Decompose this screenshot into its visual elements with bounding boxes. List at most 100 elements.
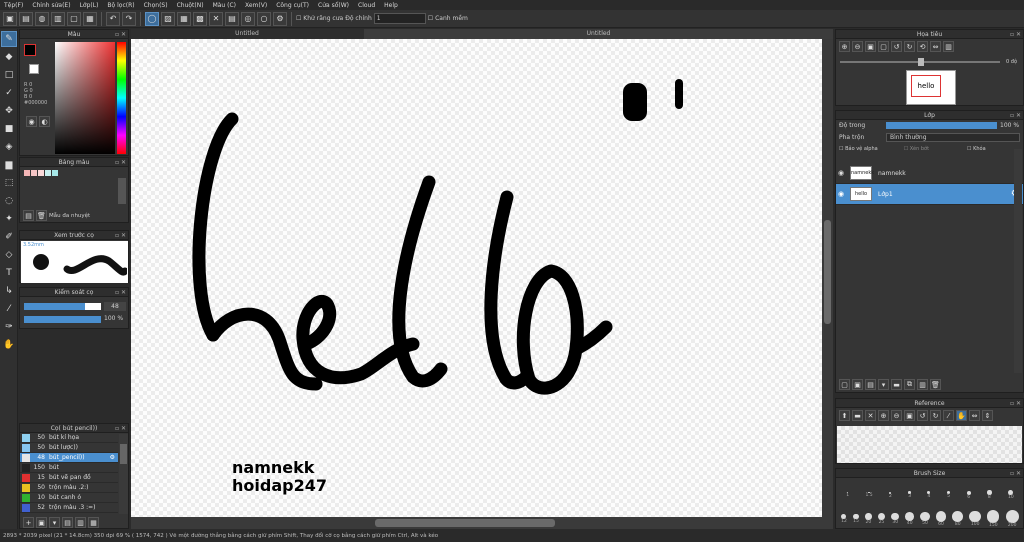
snap-checkbox[interactable]: ☐ Canh mềm bbox=[428, 15, 468, 22]
layer-delete-icon[interactable]: 🗑 bbox=[930, 379, 941, 390]
zoom-slider-handle[interactable] bbox=[918, 58, 924, 66]
brush-size-preset[interactable]: 1 bbox=[846, 492, 849, 498]
select-lasso-icon[interactable]: ◯ bbox=[145, 11, 159, 26]
rotate-left-icon[interactable]: ↺ bbox=[891, 41, 902, 52]
brush-size-preset[interactable]: 15 bbox=[853, 513, 859, 524]
brush-size-preset[interactable]: 100 bbox=[969, 510, 981, 527]
brush-list-item[interactable]: 15 bút vẽ pan đồ bbox=[20, 473, 118, 483]
panel-menu-icon[interactable]: ▫ ✕ bbox=[115, 158, 126, 167]
hue-slider[interactable] bbox=[117, 42, 126, 154]
palette-icon[interactable]: ◉ bbox=[26, 116, 37, 127]
ref-folder-icon[interactable]: ▬ bbox=[852, 410, 863, 421]
panel-menu-icon[interactable]: ▫ ✕ bbox=[1010, 111, 1021, 120]
brush-list-item[interactable]: 50 trộn màu .2:) bbox=[20, 483, 118, 493]
brush-size-preset[interactable]: 6 bbox=[966, 490, 971, 500]
brush-dropdown-icon[interactable]: ▾ bbox=[49, 517, 60, 528]
select-pen-icon[interactable]: ✐ bbox=[1, 229, 17, 245]
opacity-slider[interactable] bbox=[24, 316, 101, 323]
redo-icon[interactable]: ↷ bbox=[122, 11, 136, 26]
menu-cloud[interactable]: Cloud bbox=[358, 2, 375, 9]
move-icon[interactable]: ✥ bbox=[1, 103, 17, 119]
eraser-icon[interactable]: ◆ bbox=[1, 49, 17, 65]
trash-icon[interactable]: 🗑 bbox=[36, 210, 47, 221]
palette-swatch[interactable] bbox=[31, 170, 37, 176]
save-icon[interactable]: ▣ bbox=[3, 11, 17, 26]
panel-menu-icon[interactable]: ▫ ✕ bbox=[115, 424, 126, 433]
panel-menu-icon[interactable]: ▫ ✕ bbox=[1010, 399, 1021, 408]
brush-list-item[interactable]: 50 bút lược)) bbox=[20, 443, 118, 453]
lasso-icon[interactable]: ◌ bbox=[1, 193, 17, 209]
brush-list-item[interactable]: 48 bút_pencil)) ⚙ bbox=[20, 453, 118, 463]
ref-rotate-right-icon[interactable]: ↻ bbox=[930, 410, 941, 421]
brush-folder-icon[interactable]: ▣ bbox=[36, 517, 47, 528]
background-color[interactable] bbox=[29, 64, 39, 74]
antialias-checkbox[interactable]: ☐ Khử răng cưa bbox=[296, 15, 343, 22]
visibility-icon[interactable]: ◉ bbox=[836, 190, 846, 198]
brush-size-preset[interactable]: 150 bbox=[987, 510, 1000, 528]
brush-size-preset[interactable]: 80 bbox=[952, 511, 964, 527]
brush-list-item[interactable]: 50 bút kí họa bbox=[20, 433, 118, 443]
brush-delete-icon[interactable]: ▤ bbox=[62, 517, 73, 528]
layer-blend-select[interactable]: Bình thường bbox=[886, 132, 1020, 142]
brush-size-preset[interactable]: 60 bbox=[935, 511, 947, 527]
brush-size-preset[interactable]: 50 bbox=[920, 511, 930, 526]
brush-size-preset[interactable]: 3 bbox=[908, 491, 911, 499]
brush-size-preset[interactable]: 40 bbox=[905, 512, 915, 526]
brush-size-preset[interactable]: 4 bbox=[927, 491, 931, 499]
nav-settings-icon[interactable]: ▥ bbox=[943, 41, 954, 52]
brush-size-preset[interactable]: 5 bbox=[946, 490, 951, 499]
brush-list-scroll-thumb[interactable] bbox=[120, 444, 127, 464]
reference-canvas[interactable] bbox=[837, 426, 1022, 463]
magic-wand-icon[interactable]: ✦ bbox=[1, 211, 17, 227]
gradient-icon[interactable]: ▆ bbox=[1, 157, 17, 173]
layer-scrollbar[interactable] bbox=[1014, 149, 1022, 373]
ref-zoom-in-icon[interactable]: ⊕ bbox=[878, 410, 889, 421]
visibility-icon[interactable]: ◉ bbox=[836, 169, 846, 177]
brush-size-preset[interactable]: 8 bbox=[987, 490, 992, 500]
layer-copy-icon[interactable]: ⧉ bbox=[904, 379, 915, 390]
color-sv-picker[interactable] bbox=[55, 42, 115, 154]
panel-menu-icon[interactable]: ▫ ✕ bbox=[115, 288, 126, 297]
divide-icon[interactable]: ↳ bbox=[1, 283, 17, 299]
grid-icon[interactable]: ▦ bbox=[177, 11, 191, 26]
brush-tool-icon[interactable]: ✎ bbox=[1, 31, 17, 47]
brush-settings-icon[interactable]: ⚙ bbox=[110, 454, 115, 461]
add-brush-icon[interactable]: + bbox=[23, 517, 34, 528]
brush-copy-icon[interactable]: ▥ bbox=[75, 517, 86, 528]
new-layer-icon[interactable]: ▢ bbox=[839, 379, 850, 390]
brush-list-item[interactable]: 150 bút bbox=[20, 463, 118, 473]
grid-small-icon[interactable]: ▩ bbox=[193, 11, 207, 26]
bucket-icon[interactable]: ◈ bbox=[1, 139, 17, 155]
rotate-right-icon[interactable]: ↻ bbox=[904, 41, 915, 52]
ref-close-icon[interactable]: ✕ bbox=[865, 410, 876, 421]
hand-icon[interactable]: ✋ bbox=[1, 337, 17, 353]
brush-size-preset[interactable]: 25 bbox=[877, 512, 886, 525]
zoom-in-icon[interactable]: ⊕ bbox=[839, 41, 850, 52]
ref-fit-icon[interactable]: ▣ bbox=[904, 410, 915, 421]
canvas-horizontal-scroll-thumb[interactable] bbox=[375, 519, 555, 527]
panel-menu-icon[interactable]: ▫ ✕ bbox=[1010, 30, 1021, 39]
menu-edit[interactable]: Chỉnh sửa(E) bbox=[32, 2, 70, 9]
brush-list-scrollbar[interactable] bbox=[119, 434, 128, 514]
layer-opacity-slider[interactable] bbox=[886, 122, 997, 129]
palette-swatch[interactable] bbox=[52, 170, 58, 176]
brush-size-preset[interactable]: 12 bbox=[841, 514, 847, 524]
canvas-vertical-scroll-thumb[interactable] bbox=[824, 220, 831, 324]
panel-menu-icon[interactable]: ▫ ✕ bbox=[115, 231, 126, 240]
layout-icon[interactable]: ▦ bbox=[83, 11, 97, 26]
brush-settings-icon[interactable]: ▦ bbox=[88, 517, 99, 528]
palette-swatch[interactable] bbox=[24, 170, 30, 176]
settings-icon[interactable]: ⚙ bbox=[273, 11, 287, 26]
layer-type-icon[interactable]: ▤ bbox=[865, 379, 876, 390]
ref-hand-icon[interactable]: ✋ bbox=[956, 410, 967, 421]
tab-main[interactable]: Untitled bbox=[364, 29, 833, 39]
canvas[interactable]: namnekk hoidap247 bbox=[131, 39, 822, 517]
navigator-thumbnail[interactable]: hello bbox=[906, 70, 956, 105]
lock-checkbox[interactable]: ☐ Khóa bbox=[967, 146, 986, 152]
layer-row-namnekk[interactable]: ◉ namnekk namnekk bbox=[836, 163, 1023, 184]
chat-icon[interactable]: ◍ bbox=[35, 11, 49, 26]
fit-icon[interactable]: ▣ bbox=[865, 41, 876, 52]
menu-color[interactable]: Màu (C) bbox=[213, 2, 236, 9]
protect-alpha-checkbox[interactable]: ☐ Bảo vệ alpha bbox=[839, 146, 878, 152]
foreground-color[interactable] bbox=[24, 44, 36, 56]
